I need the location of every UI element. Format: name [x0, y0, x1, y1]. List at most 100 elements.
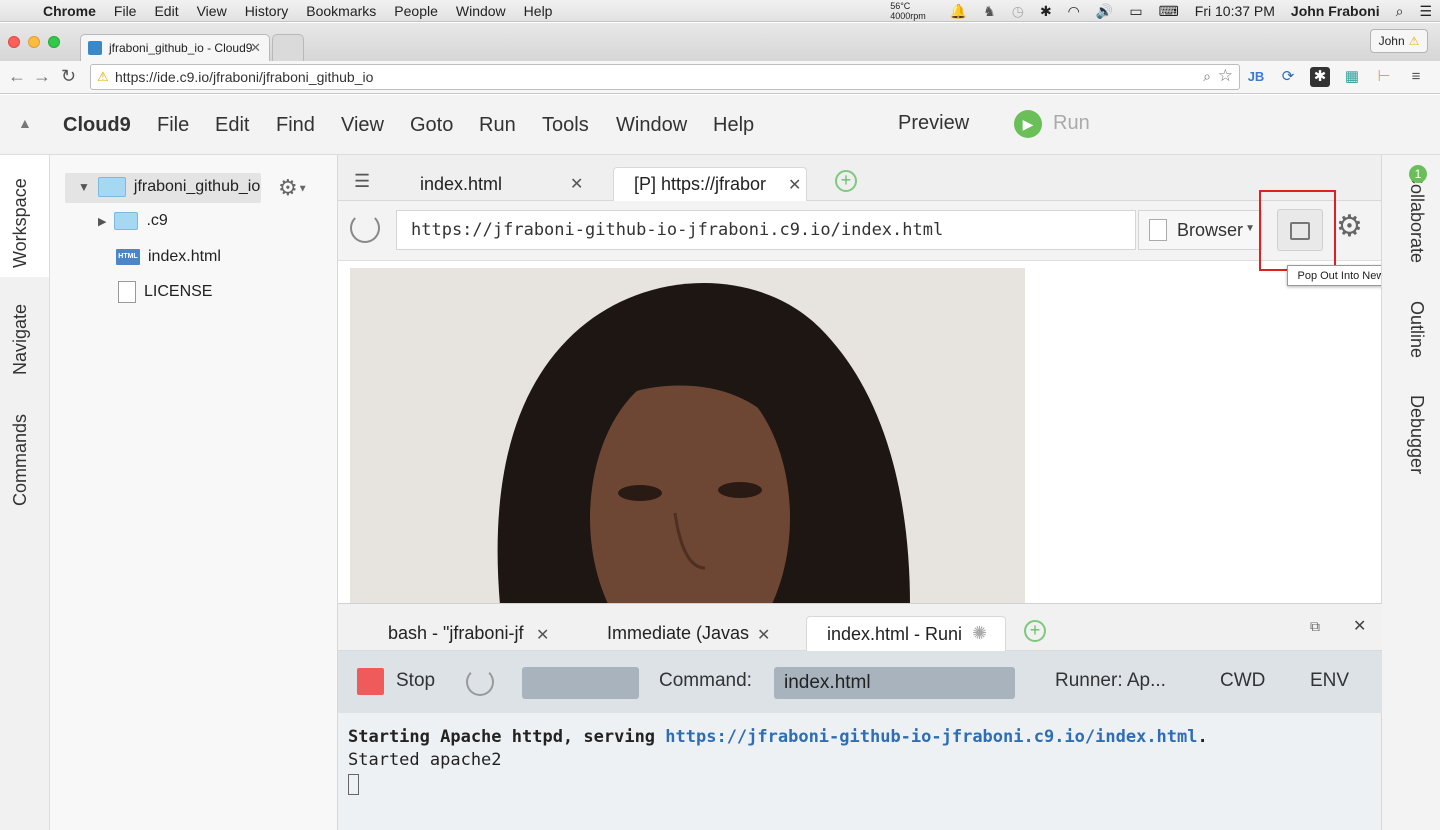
- caret-right-icon[interactable]: ▶: [98, 215, 106, 228]
- caret-down-icon[interactable]: ▼: [78, 180, 90, 194]
- editor-tab-preview[interactable]: [P] https://jfrabor ✕: [613, 167, 807, 201]
- tree-item-label: LICENSE: [144, 283, 213, 300]
- command-input[interactable]: index.html: [774, 667, 1015, 699]
- temp-monitor[interactable]: 56°C 4000rpm: [874, 1, 942, 21]
- ide-menu-tools[interactable]: Tools: [542, 114, 589, 137]
- address-bar[interactable]: ⚠ https://ide.c9.io/jfraboni/jfraboni_gi…: [90, 64, 1240, 90]
- user-name[interactable]: John Fraboni: [1283, 3, 1388, 19]
- time-machine-icon[interactable]: ◷: [1004, 3, 1032, 20]
- tree-item-c9[interactable]: ▶ .c9: [98, 212, 168, 230]
- temp-value: 56°C: [890, 1, 911, 11]
- battery-icon[interactable]: ▭: [1121, 3, 1150, 20]
- tab-outline[interactable]: Outline: [1406, 301, 1427, 358]
- cwd-button[interactable]: CWD: [1220, 670, 1265, 692]
- asterisk-extension-icon[interactable]: ✱: [1310, 67, 1330, 87]
- menu-file[interactable]: File: [105, 3, 146, 19]
- run-button[interactable]: Run: [1053, 112, 1090, 135]
- env-button[interactable]: ENV: [1310, 670, 1349, 692]
- ide-menu-edit[interactable]: Edit: [215, 114, 249, 137]
- output-link[interactable]: https://jfraboni-github-io-jfraboni.c9.i…: [665, 727, 1197, 747]
- menu-view[interactable]: View: [188, 3, 236, 19]
- menu-edit[interactable]: Edit: [145, 3, 187, 19]
- tree-item-index-html[interactable]: HTML index.html: [116, 248, 221, 266]
- close-console-icon[interactable]: ✕: [1353, 616, 1366, 636]
- chrome-menu-icon[interactable]: ≡: [1406, 67, 1426, 87]
- security-warning-icon[interactable]: ⚠: [97, 69, 109, 85]
- bookmark-star-icon[interactable]: ☆: [1218, 66, 1233, 86]
- tab-workspace[interactable]: Workspace: [10, 178, 31, 268]
- back-arrow-icon[interactable]: ←: [8, 66, 26, 87]
- evernote-icon[interactable]: ♞: [975, 3, 1004, 20]
- menu-bookmarks[interactable]: Bookmarks: [297, 3, 385, 19]
- portrait-illustration: [350, 268, 1025, 605]
- close-tab-icon[interactable]: ✕: [250, 40, 261, 56]
- tree-root[interactable]: ▼ jfraboni_github_io: [78, 177, 260, 197]
- close-icon[interactable]: ✕: [788, 175, 801, 195]
- new-tab-button[interactable]: [272, 34, 304, 61]
- forward-arrow-icon[interactable]: →: [33, 66, 51, 87]
- bluetooth-icon[interactable]: ✱: [1032, 3, 1060, 20]
- input-menu-icon[interactable]: ⌨: [1151, 3, 1187, 20]
- grid-extension-icon[interactable]: ▦: [1342, 67, 1362, 87]
- notification-center-icon[interactable]: ☰: [1411, 3, 1440, 20]
- ide-menu-file[interactable]: File: [157, 114, 189, 137]
- editor-tab-index-html[interactable]: index.html ✕: [400, 167, 600, 201]
- wifi-icon[interactable]: ◠: [1060, 3, 1088, 20]
- restart-icon[interactable]: [466, 668, 494, 696]
- tab-collaborate[interactable]: Collaborate: [1406, 171, 1427, 263]
- jetbrains-extension-icon[interactable]: JB: [1246, 67, 1266, 87]
- profile-button[interactable]: John ⚠: [1370, 29, 1428, 53]
- menu-history[interactable]: History: [236, 3, 298, 19]
- bell-icon[interactable]: 🔔: [942, 3, 975, 20]
- console-tab-runner[interactable]: index.html - Runi ✺: [806, 616, 1006, 651]
- add-terminal-icon[interactable]: +: [1024, 620, 1046, 642]
- runner-dropdown[interactable]: Runner: Ap...: [1055, 670, 1166, 692]
- ide-menu-window[interactable]: Window: [616, 114, 687, 137]
- stop-button[interactable]: Stop: [396, 670, 435, 692]
- zoom-icon[interactable]: ⌕: [1203, 68, 1211, 85]
- browser-dropdown[interactable]: Browser ▼: [1138, 210, 1262, 250]
- menu-help[interactable]: Help: [515, 3, 562, 19]
- ide-menu-view[interactable]: View: [341, 114, 384, 137]
- ide-menu-find[interactable]: Find: [276, 114, 315, 137]
- tab-list-icon[interactable]: ☰: [354, 171, 370, 192]
- debug-field[interactable]: [522, 667, 639, 699]
- console-tab-bash[interactable]: bash - "jfraboni-jf ✕: [368, 616, 558, 651]
- reload-icon[interactable]: ↻: [61, 66, 76, 87]
- preview-button[interactable]: Preview: [898, 112, 969, 135]
- browser-tab[interactable]: jfraboni_github_io - Cloud9 ✕: [80, 34, 270, 61]
- console-tab-immediate[interactable]: Immediate (Javas ✕: [587, 616, 783, 651]
- ruler-extension-icon[interactable]: ⊢: [1374, 67, 1394, 87]
- menu-people[interactable]: People: [385, 3, 447, 19]
- close-icon[interactable]: ✕: [757, 625, 770, 645]
- gear-icon[interactable]: ⚙▼: [278, 175, 308, 201]
- maximize-icon[interactable]: ⧉: [1310, 618, 1320, 635]
- spotlight-icon[interactable]: ⌕: [1388, 3, 1412, 20]
- close-icon[interactable]: ✕: [536, 625, 549, 645]
- settings-gear-icon[interactable]: ⚙: [1336, 209, 1363, 244]
- ide-menu-help[interactable]: Help: [713, 114, 754, 137]
- close-window-button[interactable]: [8, 36, 20, 48]
- app-menu-chrome[interactable]: Chrome: [34, 3, 105, 19]
- clock[interactable]: Fri 10:37 PM: [1187, 3, 1283, 19]
- volume-icon[interactable]: 🔊: [1088, 3, 1121, 20]
- console-output[interactable]: Starting Apache httpd, serving https://j…: [348, 726, 1208, 796]
- preview-url-input[interactable]: https://jfraboni-github-io-jfraboni.c9.i…: [396, 210, 1136, 250]
- reload-preview-icon[interactable]: [350, 213, 380, 243]
- zoom-window-button[interactable]: [48, 36, 60, 48]
- ide-menu-run[interactable]: Run: [479, 114, 516, 137]
- add-tab-icon[interactable]: +: [835, 170, 857, 192]
- minimize-window-button[interactable]: [28, 36, 40, 48]
- tab-commands[interactable]: Commands: [10, 414, 31, 506]
- run-play-icon[interactable]: ▶: [1014, 110, 1042, 138]
- tab-navigate[interactable]: Navigate: [10, 304, 31, 375]
- tab-debugger[interactable]: Debugger: [1406, 395, 1427, 474]
- sync-extension-icon[interactable]: ⟳: [1278, 67, 1298, 87]
- ide-menu-goto[interactable]: Goto: [410, 114, 453, 137]
- stop-icon[interactable]: [357, 668, 384, 695]
- close-icon[interactable]: ✕: [570, 174, 583, 194]
- tree-item-license[interactable]: LICENSE: [118, 281, 212, 303]
- cloud9-logo[interactable]: Cloud9: [63, 114, 131, 137]
- collapse-menu-icon[interactable]: ▲: [18, 115, 32, 131]
- menu-window[interactable]: Window: [447, 3, 515, 19]
